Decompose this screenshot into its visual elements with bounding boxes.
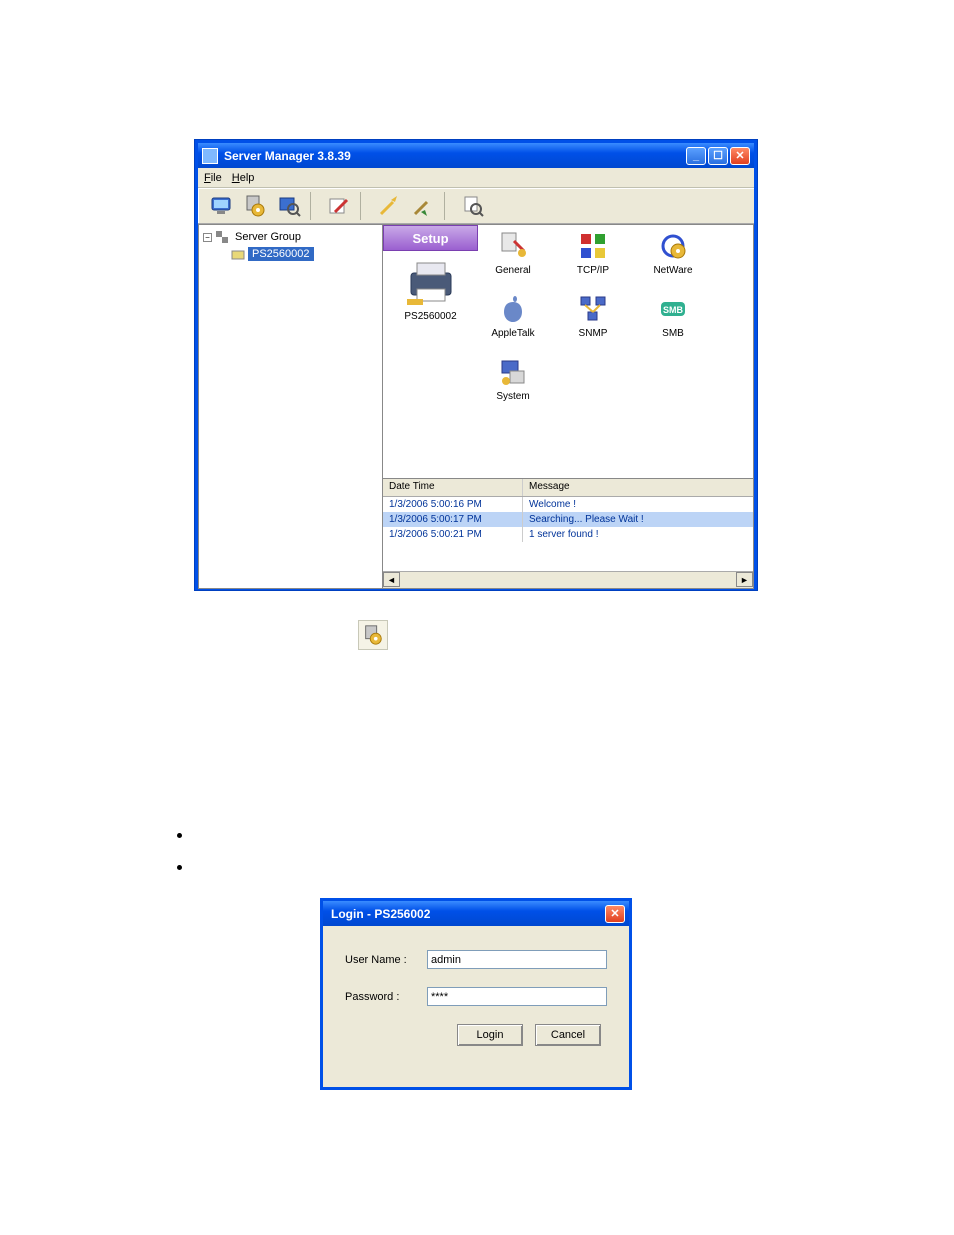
log-header-message[interactable]: Message: [523, 479, 753, 496]
general-icon: [498, 231, 528, 261]
toolbar-wand-down-icon[interactable]: [406, 191, 440, 221]
netware-icon: [658, 231, 688, 261]
window-title: Server Manager 3.8.39: [224, 149, 686, 163]
login-button[interactable]: Login: [457, 1024, 523, 1046]
titlebar[interactable]: Server Manager 3.8.39 _ ☐ ✕: [198, 143, 754, 168]
app-icon: [202, 148, 218, 164]
printer-tree-icon: [231, 247, 245, 261]
setup-system[interactable]: System: [486, 357, 540, 402]
login-titlebar[interactable]: Login - PS256002 ✕: [323, 901, 629, 926]
server-manager-window: Server Manager 3.8.39 _ ☐ ✕ File Help: [195, 140, 757, 590]
tree-root-label[interactable]: Server Group: [232, 230, 304, 244]
scroll-left-icon[interactable]: ◄: [383, 572, 400, 587]
setup-tcpip[interactable]: TCP/IP: [566, 231, 620, 276]
setup-netware[interactable]: NetWare: [646, 231, 700, 276]
apple-icon: [498, 294, 528, 324]
username-label: User Name :: [345, 954, 419, 966]
tree-pane: − Server Group PS2560002: [198, 224, 383, 589]
svg-text:SMB: SMB: [663, 305, 684, 315]
horizontal-scrollbar[interactable]: ◄ ►: [383, 571, 753, 588]
toolbar-write-icon[interactable]: [322, 191, 356, 221]
printer-caption: PS2560002: [404, 311, 456, 322]
scroll-right-icon[interactable]: ►: [736, 572, 753, 587]
password-label: Password :: [345, 991, 419, 1003]
printer-icon: [403, 259, 459, 307]
menu-file[interactable]: File: [204, 172, 222, 184]
toolbar-search-icon[interactable]: [272, 191, 306, 221]
log-row[interactable]: 1/3/2006 5:00:16 PM Welcome !: [383, 497, 753, 512]
setup-header: Setup: [383, 225, 478, 251]
log-row[interactable]: 1/3/2006 5:00:17 PM Searching... Please …: [383, 512, 753, 527]
netware-label: NetWare: [653, 265, 692, 276]
bullet-icon: [177, 833, 182, 838]
toolbar: [198, 188, 754, 224]
setup-appletalk[interactable]: AppleTalk: [486, 294, 540, 339]
log-row[interactable]: 1/3/2006 5:00:21 PM 1 server found !: [383, 527, 753, 542]
close-button[interactable]: ✕: [730, 147, 750, 165]
log-header-datetime[interactable]: Date Time: [383, 479, 523, 496]
tcpip-label: TCP/IP: [577, 265, 609, 276]
setup-general[interactable]: General: [486, 231, 540, 276]
general-label: General: [495, 265, 531, 276]
bullet-icon: [177, 865, 182, 870]
toolbar-monitor-icon[interactable]: [204, 191, 238, 221]
appletalk-label: AppleTalk: [491, 328, 534, 339]
setup-smb[interactable]: SMB SMB: [646, 294, 700, 339]
password-input[interactable]: [427, 987, 607, 1006]
tcpip-icon: [578, 231, 608, 261]
cancel-button[interactable]: Cancel: [535, 1024, 601, 1046]
system-label: System: [496, 391, 529, 402]
tree-collapse-icon[interactable]: −: [203, 233, 212, 242]
smb-icon: SMB: [658, 294, 688, 324]
snmp-label: SNMP: [579, 328, 608, 339]
toolbar-setup-gear-icon[interactable]: [238, 191, 272, 221]
username-input[interactable]: [427, 950, 607, 969]
login-dialog: Login - PS256002 ✕ User Name : Password …: [320, 898, 632, 1090]
server-group-icon: [214, 229, 230, 245]
menu-help[interactable]: Help: [232, 172, 255, 184]
maximize-button[interactable]: ☐: [708, 147, 728, 165]
toolbar-refresh-search-icon[interactable]: [456, 191, 490, 221]
login-close-button[interactable]: ✕: [605, 905, 625, 923]
system-icon: [498, 357, 528, 387]
smb-label: SMB: [662, 328, 684, 339]
toolbar-wizard-icon[interactable]: [372, 191, 406, 221]
login-title: Login - PS256002: [327, 907, 605, 921]
minimize-button[interactable]: _: [686, 147, 706, 165]
tree-child-selected[interactable]: PS2560002: [248, 247, 314, 261]
setup-standalone-icon: [358, 620, 388, 650]
setup-snmp[interactable]: SNMP: [566, 294, 620, 339]
snmp-icon: [578, 294, 608, 324]
log-pane: Date Time Message 1/3/2006 5:00:16 PM We…: [383, 478, 753, 588]
menubar: File Help: [198, 168, 754, 188]
